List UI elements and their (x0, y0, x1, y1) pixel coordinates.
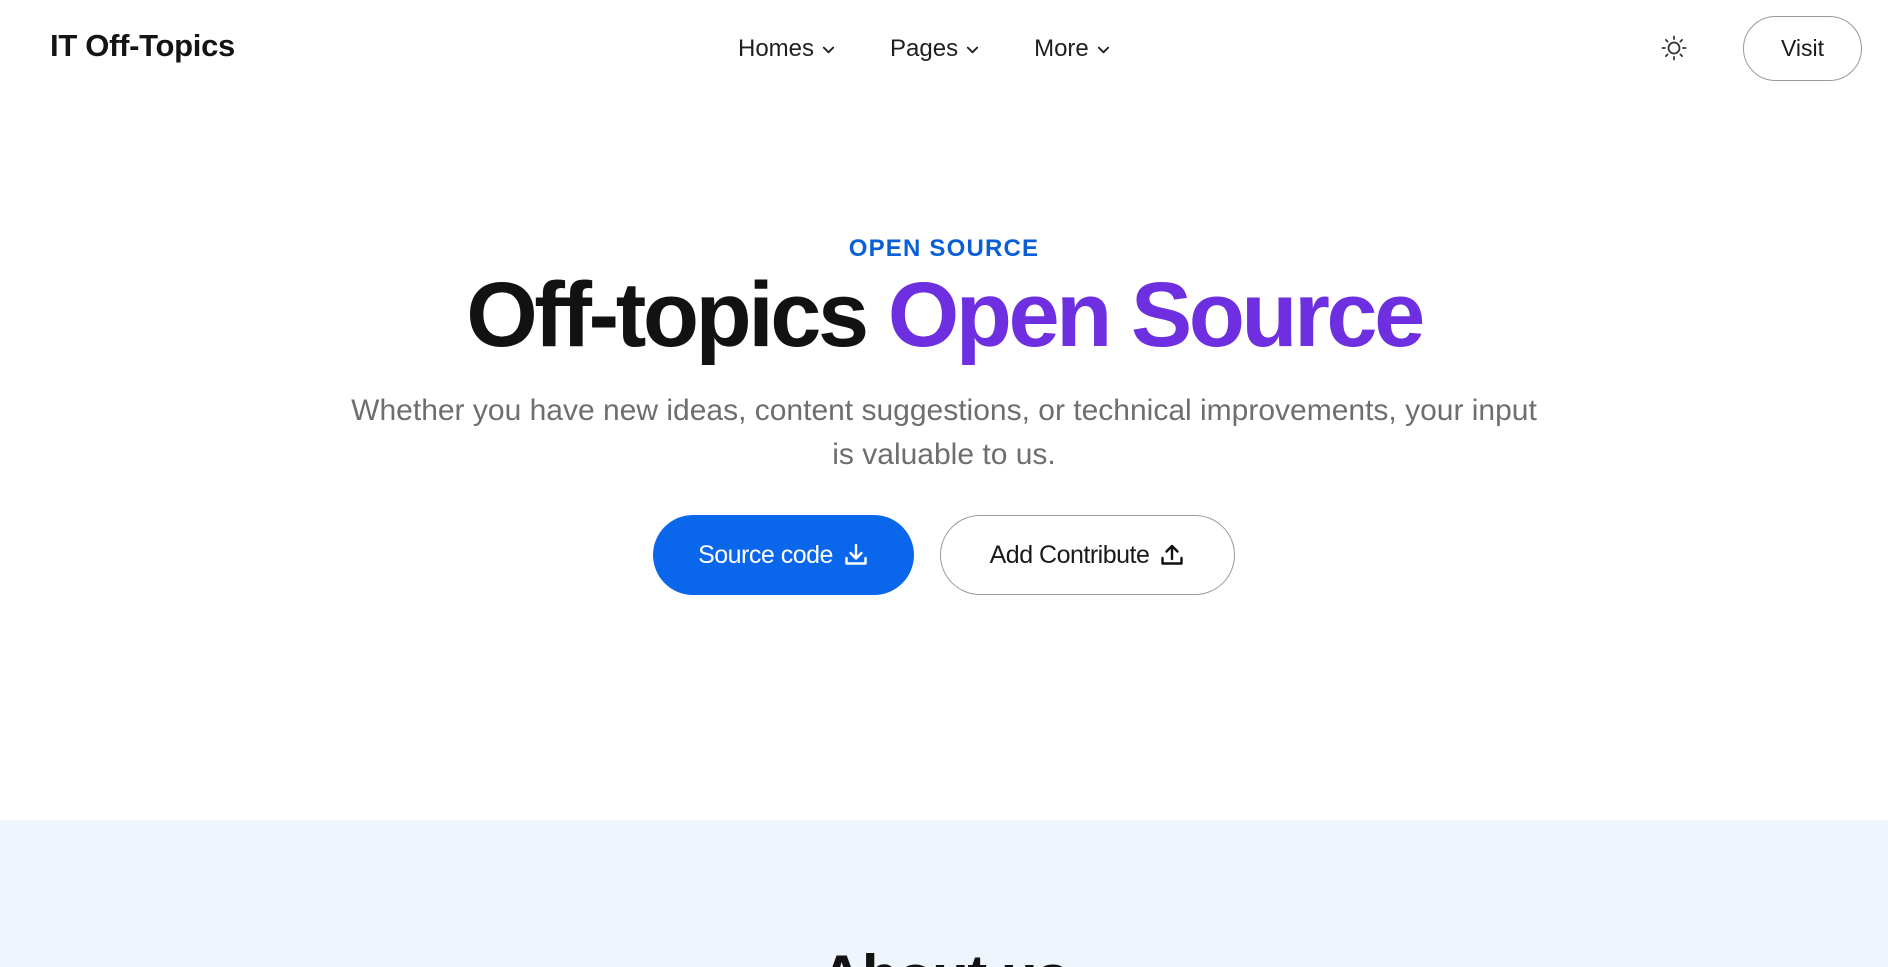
hero-title: Off-topics Open Source (0, 267, 1888, 364)
main-nav: Homes Pages More (738, 30, 1111, 68)
download-icon (845, 543, 867, 565)
nav-item-label: Pages (890, 35, 959, 62)
nav-item-pages[interactable]: Pages (890, 35, 980, 63)
hero-title-accent: Open Source (887, 264, 1426, 366)
brand-logo[interactable]: IT Off-Topics (50, 28, 235, 64)
theme-toggle-button[interactable] (1659, 33, 1689, 63)
sun-icon (1661, 35, 1687, 61)
hero-eyebrow: OPEN SOURCE (848, 235, 1040, 262)
source-code-label: Source code (698, 540, 833, 569)
chevron-down-icon (1097, 46, 1109, 53)
about-title: About us (0, 942, 1888, 967)
nav-item-label: Homes (738, 35, 815, 62)
visit-button[interactable]: Visit (1743, 16, 1862, 81)
upload-icon (1161, 544, 1184, 565)
source-code-button[interactable]: Source code (653, 515, 914, 595)
add-contribute-button[interactable]: Add Contribute (940, 515, 1235, 595)
hero-title-main: Off-topics (466, 264, 869, 366)
about-section: About us (0, 820, 1888, 967)
hero-actions: Source code Add Contribute (0, 515, 1888, 595)
nav-item-label: More (1034, 35, 1089, 62)
nav-item-homes[interactable]: Homes (738, 35, 836, 63)
chevron-down-icon (822, 46, 835, 53)
hero-subtitle: Whether you have new ideas, content sugg… (351, 394, 1537, 471)
chevron-down-icon (966, 46, 979, 53)
add-contribute-label: Add Contribute (989, 540, 1150, 569)
site-header: IT Off-Topics Homes Pages More Visit (0, 0, 1888, 97)
nav-item-more[interactable]: More (1034, 35, 1111, 63)
hero-section: OPEN SOURCE Off-topics Open Source Wheth… (0, 97, 1888, 820)
